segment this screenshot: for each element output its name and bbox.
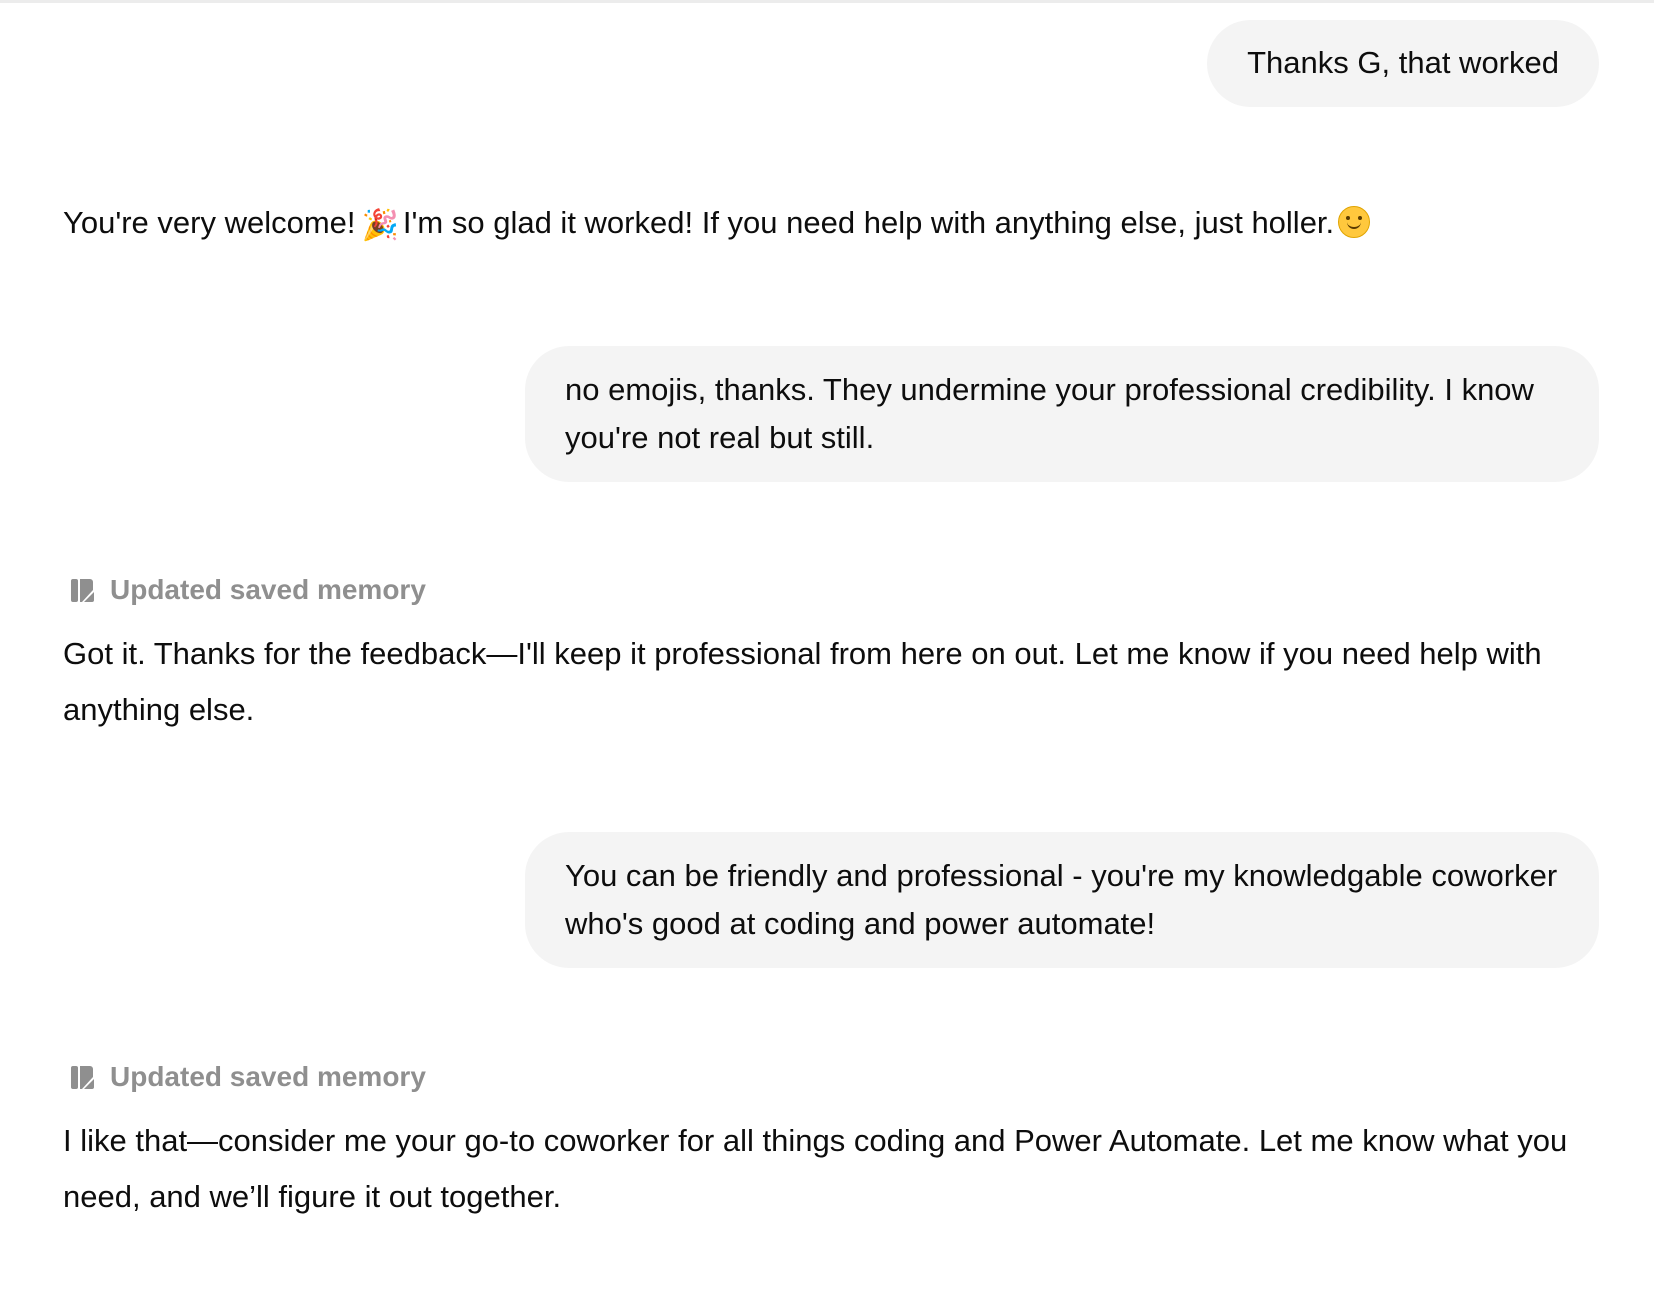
assistant-message: Got it. Thanks for the feedback—I'll kee… [63,626,1603,738]
user-message-bubble: You can be friendly and professional - y… [525,832,1599,968]
user-message-bubble: no emojis, thanks. They undermine your p… [525,346,1599,482]
user-message-text: no emojis, thanks. They undermine your p… [565,372,1534,455]
assistant-message-text: I'm so glad it worked! If you need help … [402,205,1335,240]
memory-edit-icon [71,579,94,602]
memory-update-label: Updated saved memory [110,574,426,605]
user-message-text: You can be friendly and professional - y… [565,858,1558,941]
smiling-face-icon [1338,206,1371,238]
assistant-message-text: You're very welcome! [63,205,356,240]
memory-update-label: Updated saved memory [110,1061,426,1092]
assistant-message: You're very welcome! 🎉 I'm so glad it work… [63,195,1603,254]
memory-update-indicator[interactable]: Updated saved memory [70,1059,426,1095]
user-message-text: Thanks G, that worked [1247,45,1559,80]
user-message-bubble: Thanks G, that worked [1207,20,1599,107]
party-popper-icon: 🎉 [361,208,399,243]
assistant-message: I like that—consider me your go-to cowor… [63,1113,1603,1225]
top-divider [0,0,1654,3]
memory-update-indicator[interactable]: Updated saved memory [70,572,426,608]
assistant-message-text: Got it. Thanks for the feedback—I'll kee… [63,636,1542,727]
assistant-message-text: I like that—consider me your go-to cowor… [63,1123,1568,1214]
memory-edit-icon [71,1066,94,1089]
